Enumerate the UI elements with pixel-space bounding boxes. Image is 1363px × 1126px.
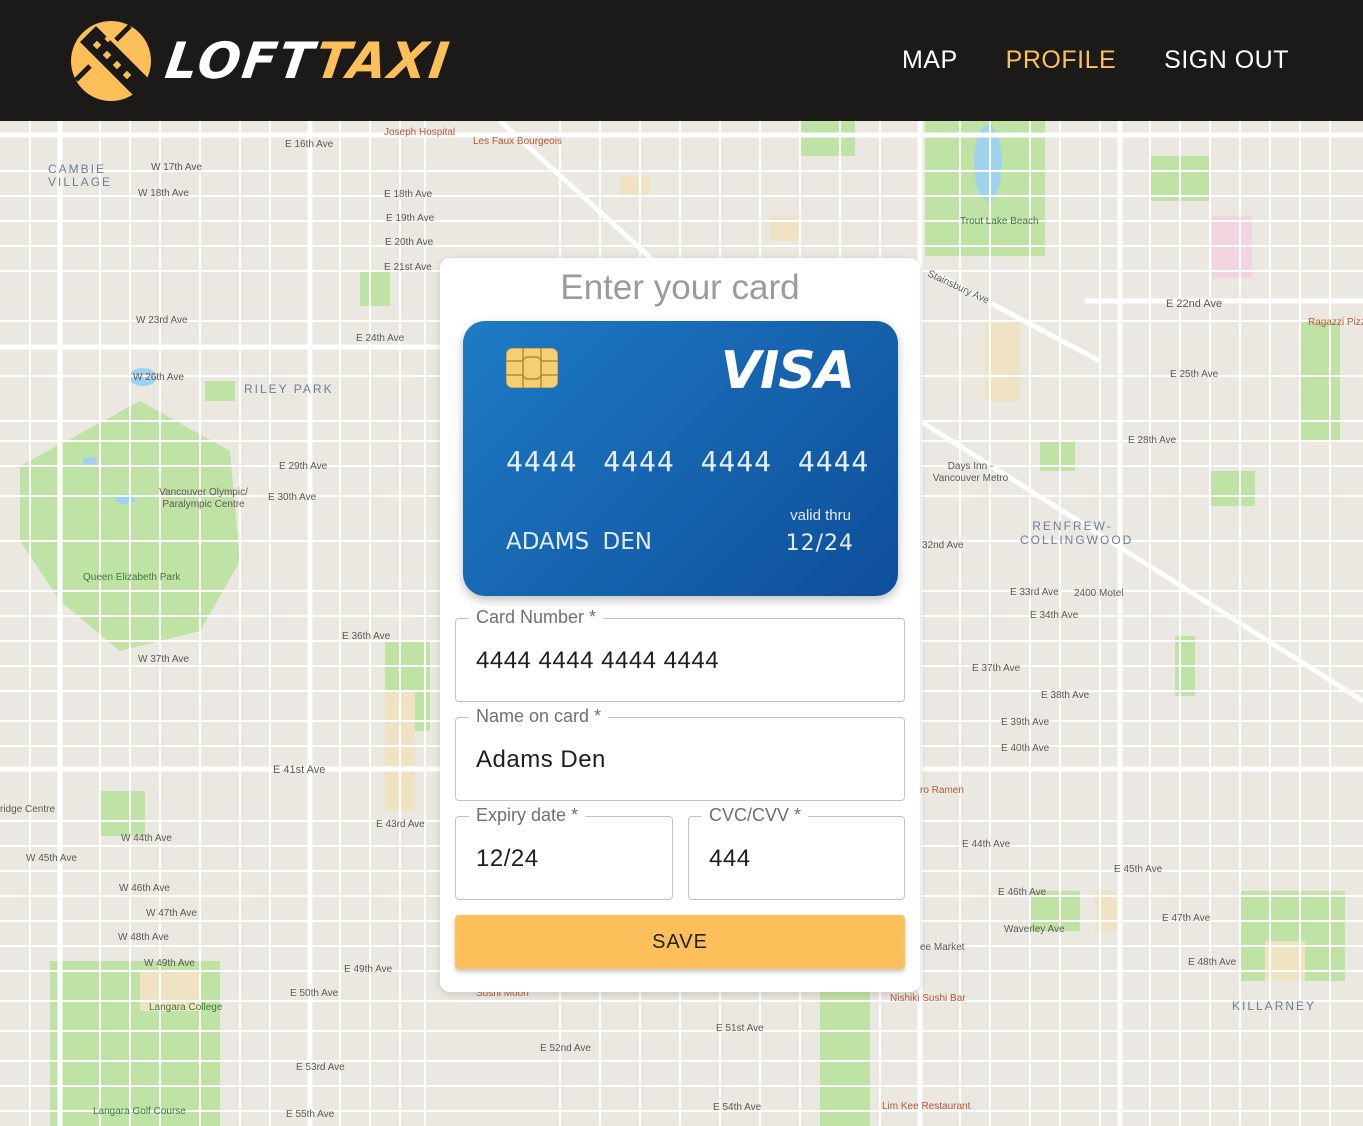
logo-icon [71,21,151,101]
save-button[interactable]: SAVE [455,915,905,969]
map-label-poi: Lim Kee Restaurant [882,1101,971,1112]
map-label-street: E 43rd Ave [376,819,425,830]
map-label-street: 32nd Ave [922,540,964,551]
card-preview-number: 4444 4444 4444 4444 [506,445,870,478]
map-label-street: E 52nd Ave [540,1043,591,1054]
card-number-field[interactable]: Card Number * 4444 4444 4444 4444 [455,607,905,702]
visa-logo: VISA [720,341,855,401]
card-number-label: Card Number * [469,607,604,628]
map-label-street: E 39th Ave [1001,717,1050,728]
panel-title: Enter your card [560,268,800,307]
map-label: ee Market [920,942,965,953]
card-preview-expiry: 12/24 [785,531,854,556]
map-label-street: E 38th Ave [1041,690,1090,701]
map-label-street: W 17th Ave [151,162,202,173]
expiry-date-label: Expiry date * [469,805,586,826]
card-preview-valid-label: valid thru [790,507,851,524]
map-label-street: E 46th Ave [998,887,1047,898]
expiry-date-input[interactable]: 12/24 [476,845,539,873]
map-label-street: W 49th Ave [144,958,195,969]
main-nav: MAP PROFILE SIGN OUT [902,0,1289,121]
map-label-street: E 37th Ave [972,663,1021,674]
map-label-street: W 37th Ave [138,654,189,665]
map-label: Days Inn - Vancouver Metro [932,461,1009,484]
map-label-park: Queen Elizabeth Park [83,572,181,583]
map-label-street: E 36th Ave [342,631,391,642]
map-label-street: E 29th Ave [279,461,328,472]
map-label-street: E 20th Ave [385,237,434,248]
map-label-street: E 25th Ave [1170,369,1219,380]
map-label-district: RENFREW-COLLINGWOOD [1020,519,1134,547]
map-label-street: E 48th Ave [1188,957,1237,968]
map-label-park: Langara College [149,1002,223,1013]
map-label-street: W 48th Ave [118,932,169,943]
map-label-street: E 55th Ave [286,1109,335,1120]
map-label-street: W 23rd Ave [136,315,188,326]
map-label-street: E 44th Ave [962,839,1011,850]
map-label-street: E 18th Ave [384,189,433,200]
map-label-poi: Les Faux Bourgeois [473,136,562,147]
credit-card-preview: VISA 4444 4444 4444 4444 valid thru ADAM… [463,321,898,596]
map-label-street: W 47th Ave [146,908,197,919]
map-label-poi: Vancouver Olympic/ Paralympic Centre [159,487,248,510]
map-label-street: E 54th Ave [713,1102,762,1113]
map-label-street: E 50th Ave [290,988,339,999]
map-label-poi: Joseph Hospital [384,127,456,138]
map-label-street: W 44th Ave [121,833,172,844]
map-label-street: W 45th Ave [26,853,77,864]
card-number-input[interactable]: 4444 4444 4444 4444 [476,647,719,675]
map-label-street: E 41st Ave [273,764,326,776]
map-label-street: E 45th Ave [1114,864,1163,875]
card-form-panel: Enter your card VISA 4444 4444 4444 4444… [440,258,920,992]
logo-text-taxi: TAXI [311,32,455,90]
map-label-street: E 49th Ave [344,964,393,975]
map-label-poi: Ragazzi Pizz [1308,317,1363,328]
map-label-street: W 26th Ave [133,372,184,383]
map-label-street: E 16th Ave [285,139,334,150]
map-label-street: E 28th Ave [1128,435,1177,446]
map-label-street: E 51st Ave [716,1023,764,1034]
map-label-street: E 33rd Ave [1010,587,1059,598]
logo-wordmark: LOFTTAXI [162,32,454,90]
map-label-park: Trout Lake Beach [960,216,1039,227]
map-label-street: Waverley Ave [1004,924,1065,935]
name-on-card-input[interactable]: Adams Den [476,746,606,774]
map-label: ridge Centre [0,804,56,815]
map-label-district: RILEY PARK [244,382,334,396]
map-label-street: E 19th Ave [386,213,435,224]
map-label-poi: Nishiki Sushi Bar [890,993,966,1004]
map-label-street: E 53rd Ave [296,1062,345,1073]
expiry-date-field[interactable]: Expiry date * 12/24 [455,805,673,900]
cvc-input[interactable]: 444 [709,845,751,873]
map-label-street: E 22nd Ave [1166,298,1223,310]
map-label-street: E 47th Ave [1162,913,1211,924]
logo[interactable]: LOFTTAXI [70,20,454,102]
map-label-street: E 40th Ave [1001,743,1050,754]
nav-sign-out[interactable]: SIGN OUT [1164,46,1289,75]
map-label-poi: ro Ramen [920,785,964,796]
app-header: LOFTTAXI MAP PROFILE SIGN OUT [0,0,1363,121]
name-on-card-label: Name on card * [469,706,609,727]
map-label-street: E 34th Ave [1030,610,1079,621]
name-on-card-field[interactable]: Name on card * Adams Den [455,706,905,801]
map-label-street: W 46th Ave [119,883,170,894]
nav-map[interactable]: MAP [902,46,958,75]
map-label-street: E 30th Ave [268,492,317,503]
map-label-street: W 18th Ave [138,188,189,199]
map-label-street: E 24th Ave [356,333,405,344]
cvc-field[interactable]: CVC/CVV * 444 [688,805,905,900]
map-label-street: E 21st Ave [384,262,432,273]
map-label: 2400 Motel [1074,588,1124,599]
card-preview-holder: ADAMS DEN [506,529,652,555]
cvc-label: CVC/CVV * [702,805,809,826]
logo-text-loft: LOFT [161,32,321,90]
map-label-park: Langara Golf Course [93,1106,186,1117]
map-label-district: KILLARNEY [1232,999,1317,1013]
map-label-district: CAMBIE VILLAGE [48,162,113,189]
card-chip-icon [506,348,558,388]
nav-profile[interactable]: PROFILE [1006,46,1116,75]
